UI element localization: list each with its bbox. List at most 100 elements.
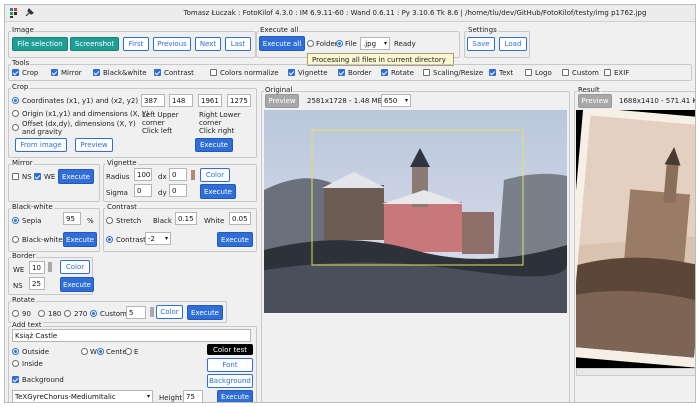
stretch-radio[interactable] bbox=[106, 217, 113, 224]
extension-select[interactable]: .jpg ▾ bbox=[360, 37, 390, 50]
bw-execute-button[interactable]: Execute bbox=[63, 232, 97, 247]
color-test-label: Color test bbox=[207, 344, 253, 355]
tool-contrast-checkbox[interactable] bbox=[154, 69, 161, 76]
text-inside-radio[interactable] bbox=[12, 360, 19, 367]
border-we-field[interactable]: 10 bbox=[29, 261, 45, 274]
radius-field[interactable]: 100 bbox=[134, 168, 152, 181]
contrast-select[interactable]: -2 ▾ bbox=[145, 232, 171, 245]
rotate-custom-field[interactable]: 5 bbox=[126, 306, 146, 319]
save-button[interactable]: Save bbox=[467, 37, 495, 51]
tool-text-checkbox[interactable] bbox=[489, 69, 496, 76]
white-field[interactable]: 0.05 bbox=[229, 212, 251, 225]
tool-rotate-checkbox[interactable] bbox=[381, 69, 388, 76]
black-field[interactable]: 0.15 bbox=[175, 212, 197, 225]
tool-mirror-checkbox[interactable] bbox=[51, 69, 58, 76]
background-button[interactable]: Background bbox=[207, 374, 253, 388]
sepia-label: Sepia bbox=[22, 217, 42, 225]
sepia-field[interactable]: 95 bbox=[63, 212, 81, 225]
execute-all-legend: Execute all bbox=[259, 26, 300, 34]
crop-preview-button[interactable]: Preview bbox=[75, 138, 113, 152]
font-select[interactable]: TeXGyreChorus-MediumItalic ▾ bbox=[12, 390, 153, 402]
rotate-270-radio[interactable] bbox=[64, 310, 71, 317]
tool-black-white-checkbox[interactable] bbox=[93, 69, 100, 76]
first-button[interactable]: First bbox=[123, 37, 149, 51]
screenshot-button[interactable]: Screenshot bbox=[70, 37, 119, 51]
result-preview-button[interactable]: Preview bbox=[578, 94, 612, 108]
dx-label: dx bbox=[158, 173, 167, 181]
black-white-radio[interactable] bbox=[12, 236, 19, 243]
crop-offset-label: Offset (dx,dy), dimensions (X, Y) bbox=[22, 120, 136, 128]
last-button[interactable]: Last bbox=[225, 37, 251, 51]
rotate-execute-button[interactable]: Execute bbox=[187, 305, 223, 320]
original-image[interactable] bbox=[264, 110, 567, 313]
result-image[interactable] bbox=[576, 110, 696, 368]
execute-all-button[interactable]: Execute all bbox=[259, 36, 305, 51]
file-selection-button[interactable]: File selection bbox=[12, 37, 68, 51]
background-label: Background bbox=[22, 376, 64, 384]
rotate-color-button[interactable]: Color bbox=[156, 305, 183, 319]
file-label: File bbox=[345, 40, 357, 48]
folder-radio[interactable] bbox=[307, 40, 314, 47]
text-center-radio[interactable] bbox=[97, 348, 104, 355]
dx-field[interactable]: 0 bbox=[169, 168, 187, 181]
crop-execute-button[interactable]: Execute bbox=[195, 138, 233, 152]
crop-y1-field[interactable]: 148 bbox=[169, 94, 193, 107]
crop-from-image-button[interactable]: From image bbox=[15, 138, 67, 152]
crop-coordinates-radio[interactable] bbox=[12, 97, 19, 104]
rotate-180-radio[interactable] bbox=[38, 310, 45, 317]
next-button[interactable]: Next bbox=[195, 37, 221, 51]
rotate-custom-radio[interactable] bbox=[90, 310, 97, 317]
tool-exif-checkbox[interactable] bbox=[604, 69, 611, 76]
text-outside-label: Outside bbox=[22, 348, 50, 356]
mirror-ns-checkbox[interactable] bbox=[12, 173, 19, 180]
crop-origin-radio[interactable] bbox=[12, 110, 19, 117]
tool-custom-label: Custom bbox=[572, 69, 599, 77]
crop-x2-field[interactable]: 1961 bbox=[198, 94, 222, 107]
tool-scaling-resize-checkbox[interactable] bbox=[423, 69, 430, 76]
rotate-90-radio[interactable] bbox=[12, 310, 19, 317]
crop-y2-field[interactable]: 1275 bbox=[227, 94, 251, 107]
font-button[interactable]: Font bbox=[207, 358, 253, 372]
load-button[interactable]: Load bbox=[499, 37, 527, 51]
vignette-color-button[interactable]: Color bbox=[200, 168, 230, 182]
original-legend: Original bbox=[264, 86, 294, 94]
settings-legend: Settings bbox=[467, 26, 498, 34]
tool-custom-checkbox[interactable] bbox=[562, 69, 569, 76]
border-execute-button[interactable]: Execute bbox=[60, 277, 94, 292]
mirror-we-checkbox[interactable] bbox=[34, 173, 41, 180]
mirror-execute-button[interactable]: Execute bbox=[58, 169, 94, 184]
text-w-radio[interactable] bbox=[81, 348, 88, 355]
file-radio[interactable] bbox=[336, 40, 343, 47]
tool-black-white-label: Black&white bbox=[103, 69, 147, 77]
preview-size-select[interactable]: 650 ▾ bbox=[381, 94, 411, 107]
tool-border-checkbox[interactable] bbox=[338, 69, 345, 76]
folder-label: Folder bbox=[316, 40, 338, 48]
text-e-label: E bbox=[134, 348, 139, 356]
contrast-radio[interactable] bbox=[106, 236, 113, 243]
contrast-execute-button[interactable]: Execute bbox=[217, 232, 253, 247]
sepia-radio[interactable] bbox=[12, 217, 19, 224]
tool-crop-checkbox[interactable] bbox=[12, 69, 19, 76]
text-e-radio[interactable] bbox=[125, 348, 132, 355]
crop-x1-field[interactable]: 387 bbox=[141, 94, 165, 107]
crop-offset-radio[interactable] bbox=[12, 124, 19, 131]
tool-vignette-checkbox[interactable] bbox=[288, 69, 295, 76]
tool-logo-checkbox[interactable] bbox=[525, 69, 532, 76]
text-outside-radio[interactable] bbox=[12, 348, 19, 355]
text-input[interactable]: Książ Castle bbox=[12, 329, 251, 342]
result-scrollbar[interactable] bbox=[576, 368, 695, 376]
previous-button[interactable]: Previous bbox=[153, 37, 191, 51]
text-execute-button[interactable]: Execute bbox=[217, 390, 253, 402]
background-checkbox[interactable] bbox=[12, 376, 19, 383]
tool-colors-normalize-checkbox[interactable] bbox=[210, 69, 217, 76]
dy-label: dy bbox=[158, 189, 167, 197]
sigma-field[interactable]: 0 bbox=[134, 184, 152, 197]
border-color-button[interactable]: Color bbox=[60, 260, 90, 274]
original-preview-button[interactable]: Preview bbox=[265, 94, 299, 108]
height-field[interactable]: 75 bbox=[183, 390, 203, 402]
border-ns-field[interactable]: 25 bbox=[29, 277, 45, 290]
rotate-90-label: 90 bbox=[22, 310, 31, 318]
add-text-legend: Add text bbox=[11, 321, 43, 329]
vignette-execute-button[interactable]: Execute bbox=[200, 184, 236, 199]
dy-field[interactable]: 0 bbox=[169, 184, 187, 197]
